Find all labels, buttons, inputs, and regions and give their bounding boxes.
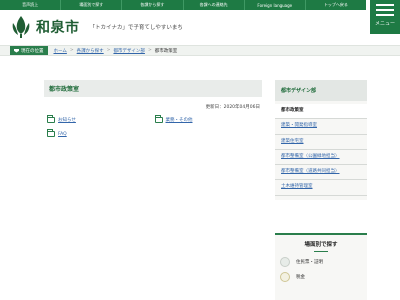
sidebar-link[interactable]: 土木維持管理室 bbox=[281, 184, 313, 189]
breadcrumb: ホーム > 各課から探す > 都市デザイン部 > 都市政策室 bbox=[54, 48, 178, 54]
sidebar-link[interactable]: 都市整備室（公園緑地担当） bbox=[281, 154, 340, 159]
nav-foreign-language[interactable]: Foreign language bbox=[243, 0, 305, 10]
main-content: 都市政策室 更新日：2020年04月06日 お知らせ 業務・その他 FAQ bbox=[44, 80, 262, 137]
site-tagline: 「トカイナカ」で子育てしやすいまち bbox=[89, 25, 183, 31]
scene-item-label[interactable]: 税金 bbox=[296, 274, 305, 280]
tax-icon bbox=[280, 272, 290, 282]
breadcrumb-departments[interactable]: 各課から探す bbox=[77, 48, 104, 54]
nav-find-by-department[interactable]: 各課から探す bbox=[121, 0, 182, 10]
scene-item-tax[interactable]: 税金 bbox=[275, 267, 367, 282]
scene-search-box: 場面別で探す 住民票・証明 税金 bbox=[275, 233, 367, 300]
top-nav: 音声読上 場面別で探す 各課から探す 各課への連絡先 Foreign langu… bbox=[0, 0, 366, 10]
nav-find-by-scene[interactable]: 場面別で探す bbox=[60, 0, 121, 10]
folder-item[interactable]: お知らせ bbox=[47, 115, 155, 123]
folder-icon bbox=[154, 115, 163, 123]
nav-voice-reader[interactable]: 音声読上 bbox=[0, 0, 60, 10]
sidebar-item-urban-policy[interactable]: 都市政策室 bbox=[275, 104, 367, 120]
sidebar-item-parks[interactable]: 都市整備室（公園緑地担当） bbox=[275, 150, 367, 166]
updated-date: 更新日：2020年04月06日 bbox=[205, 105, 260, 110]
site-header: 和泉市 「トカイナカ」で子育てしやすいまち bbox=[10, 14, 183, 40]
location-pin-icon bbox=[14, 48, 19, 53]
sidebar: 都市デザイン部 都市政策室 建築・開発指導室 建築住宅室 都市整備室（公園緑地担… bbox=[275, 80, 367, 200]
folder-item[interactable]: 業務・その他 bbox=[154, 115, 263, 123]
sidebar-link[interactable]: 建築住宅室 bbox=[281, 139, 304, 144]
breadcrumb-separator: > bbox=[147, 48, 152, 53]
sidebar-title[interactable]: 都市デザイン部 bbox=[275, 80, 367, 101]
menu-button[interactable]: メニュー bbox=[370, 0, 400, 34]
site-name[interactable]: 和泉市 bbox=[36, 17, 80, 37]
breadcrumb-urban-design[interactable]: 都市デザイン部 bbox=[113, 48, 145, 54]
folder-item[interactable]: FAQ bbox=[47, 129, 155, 137]
sidebar-item-civil-maintenance[interactable]: 土木維持管理室 bbox=[275, 180, 367, 196]
certificate-icon bbox=[280, 257, 290, 267]
breadcrumb-bar: 現在の位置 ホーム > 各課から探す > 都市デザイン部 > 都市政策室 bbox=[0, 45, 400, 56]
breadcrumb-current: 都市政策室 bbox=[154, 48, 178, 54]
scene-item-resident-certificate[interactable]: 住民票・証明 bbox=[275, 252, 367, 267]
breadcrumb-separator: > bbox=[106, 48, 111, 53]
folder-icon bbox=[47, 129, 55, 137]
folder-link-operations[interactable]: 業務・その他 bbox=[166, 117, 193, 123]
sidebar-item-building-guidance[interactable]: 建築・開発指導室 bbox=[275, 119, 367, 135]
folder-link-faq[interactable]: FAQ bbox=[58, 132, 67, 137]
hamburger-icon bbox=[376, 4, 394, 16]
nav-department-contacts[interactable]: 各課への連絡先 bbox=[182, 0, 244, 10]
nav-back-to-top[interactable]: トップへ戻る bbox=[304, 0, 366, 10]
scene-title: 場面別で探す bbox=[275, 240, 367, 252]
sidebar-list: 都市政策室 建築・開発指導室 建築住宅室 都市整備室（公園緑地担当） 都市整備室… bbox=[275, 101, 367, 200]
folder-list: お知らせ 業務・その他 FAQ bbox=[44, 115, 263, 137]
sidebar-item-housing[interactable]: 建築住宅室 bbox=[275, 135, 367, 150]
page-title: 都市政策室 bbox=[44, 80, 262, 97]
current-location-label: 現在の位置 bbox=[21, 48, 44, 54]
sidebar-link[interactable]: 都市整備室（道路共同担当） bbox=[281, 169, 340, 174]
breadcrumb-home[interactable]: ホーム bbox=[54, 48, 67, 54]
scene-item-label[interactable]: 住民票・証明 bbox=[296, 259, 323, 265]
folder-icon bbox=[47, 115, 55, 123]
current-location-tag: 現在の位置 bbox=[10, 46, 48, 55]
breadcrumb-separator: > bbox=[69, 48, 74, 53]
menu-label: メニュー bbox=[374, 21, 395, 27]
city-logo-icon bbox=[12, 16, 30, 38]
sidebar-item-roads[interactable]: 都市整備室（道路共同担当） bbox=[275, 165, 367, 181]
sidebar-link[interactable]: 建築・開発指導室 bbox=[281, 123, 317, 128]
folder-link-news[interactable]: お知らせ bbox=[58, 117, 76, 123]
